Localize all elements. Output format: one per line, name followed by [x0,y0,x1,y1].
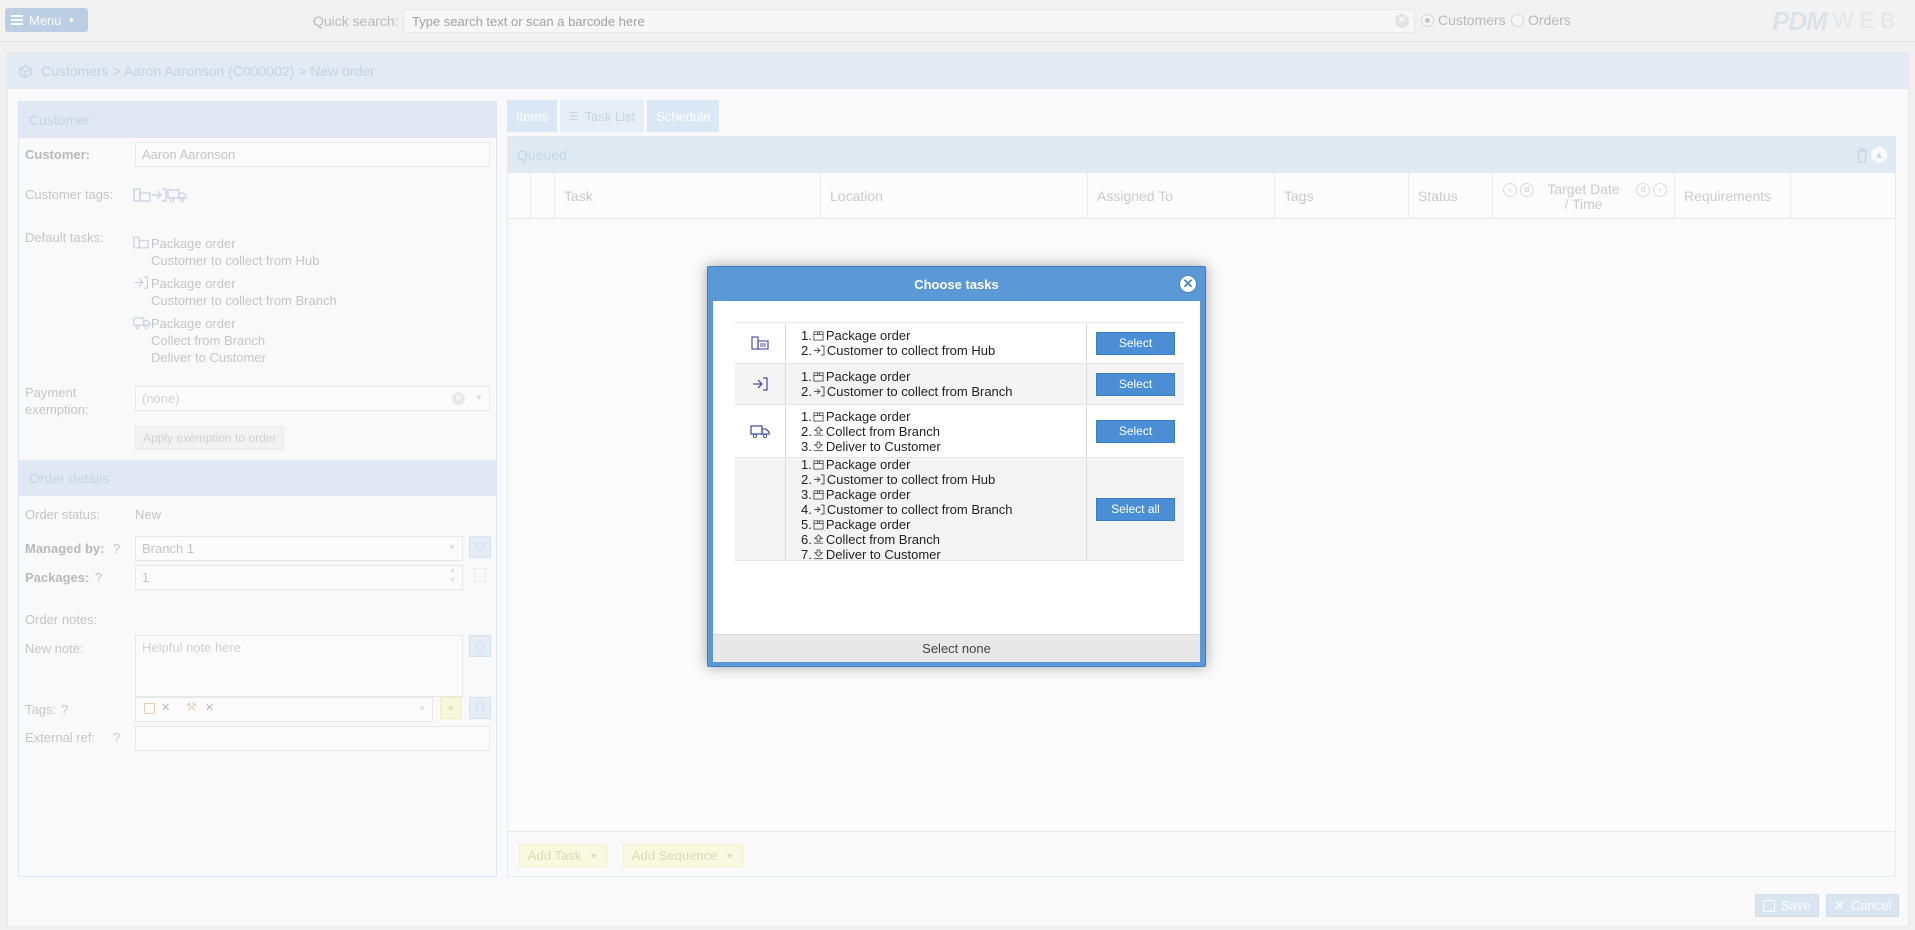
task-step-text: Package order [825,369,911,384]
task-option-icon-cell [735,458,786,560]
task-options-table: 1. Package order 2. Customer to collect fro… [735,322,1184,562]
task-option-icon-cell [735,364,786,404]
task-step-number: 3. [801,438,812,454]
task-step-text: Collect from Branch [825,423,940,439]
task-option-steps: 1. Package order 2. Customer to collect fro… [786,364,1087,404]
task-step-text: Customer to collect from Branch [826,384,1013,399]
handover-icon [813,386,825,397]
truck-icon [750,424,770,438]
task-step-number: 2. [801,343,812,358]
task-step: 6. Collect from Branch [801,532,1086,547]
collect-icon [813,533,824,545]
task-option-icon-cell [735,405,786,457]
task-step: 4. Customer to collect from Branch [801,502,1086,517]
task-step: 1. Package order [801,409,1086,424]
task-step: 5. Package order [801,517,1086,532]
task-step-text: Package order [825,328,911,343]
task-step: 1. Package order [801,457,1086,472]
task-step: 2. Collect from Branch [801,424,1086,439]
dialog-body: 1. Package order 2. Customer to collect fro… [713,301,1200,662]
handover-icon [813,474,825,485]
task-step-number: 5. [801,516,812,532]
select-button[interactable]: Select [1096,372,1175,396]
task-step: 2. Customer to collect from Hub [801,343,1086,358]
task-step-number: 2. [801,384,812,399]
package-icon [813,519,824,530]
task-step-number: 1. [801,456,812,472]
task-step-text: Package order [825,516,911,532]
task-option-steps: 1. Package order 2. Customer to collect fro… [786,323,1087,363]
task-option-steps: 1. Package order 2. Collect from Branch 3. De… [786,405,1087,457]
package-icon [813,371,824,382]
task-step: 1. Package order [801,328,1086,343]
task-step-number: 7. [801,546,812,562]
task-step-number: 3. [801,486,812,502]
task-step-text: Customer to collect from Hub [826,471,996,487]
task-step-number: 1. [801,408,812,424]
task-step-text: Collect from Branch [825,531,940,547]
task-option-steps: 1. Package order 2. Customer to collect fro… [786,457,1087,562]
collect-icon [813,425,824,437]
task-option-button-cell: Select [1087,323,1184,363]
task-step: 1. Package order [801,369,1086,384]
close-icon[interactable]: ✕ [1179,275,1197,293]
package-icon [813,330,824,341]
task-step-text: Package order [825,486,911,502]
task-step: 2. Customer to collect from Hub [801,472,1086,487]
task-step-text: Deliver to Customer [825,438,941,454]
task-step: 3. Package order [801,487,1086,502]
task-step-text: Package order [825,456,911,472]
task-option-icon-cell [735,323,786,363]
branch-icon [752,377,768,391]
task-step: 2. Customer to collect from Branch [801,384,1086,399]
package-icon [813,411,824,422]
package-icon [813,489,824,500]
hub-icon [751,336,769,350]
task-step: 7. Deliver to Customer [801,547,1086,562]
task-step-text: Customer to collect from Branch [826,501,1013,517]
task-step-number: 4. [801,501,812,517]
select-all-button[interactable]: Select all [1096,497,1175,521]
task-step-number: 1. [801,328,812,343]
task-option-row: 1. Package order 2. Customer to collect fro… [735,323,1184,364]
task-step-number: 1. [801,369,812,384]
dialog-title: Choose tasks [914,276,999,292]
deliver-icon [813,548,824,560]
deliver-icon [813,440,824,452]
task-option-button-cell: Select all [1087,458,1184,560]
task-step-text: Deliver to Customer [825,546,941,562]
task-option-row: 1. Package order 2. Customer to collect fro… [735,457,1184,562]
handover-icon [813,345,825,356]
select-none-button[interactable]: Select none [713,634,1200,662]
task-option-row: 1. Package order 2. Collect from Branch 3. De… [735,405,1184,458]
task-step-number: 2. [801,471,812,487]
task-option-button-cell: Select [1087,405,1184,457]
select-button[interactable]: Select [1096,419,1175,443]
package-icon [813,459,824,470]
task-option-button-cell: Select [1087,364,1184,404]
choose-tasks-dialog: Choose tasks ✕ 1. Package order 2. Customer… [707,266,1206,667]
task-step-number: 2. [801,423,812,439]
task-step: 3. Deliver to Customer [801,439,1086,454]
task-step-number: 6. [801,531,812,547]
select-button[interactable]: Select [1096,331,1175,355]
task-option-row: 1. Package order 2. Customer to collect fro… [735,364,1184,405]
task-step-text: Package order [825,408,911,424]
handover-icon [813,504,825,515]
task-step-text: Customer to collect from Hub [826,343,996,358]
